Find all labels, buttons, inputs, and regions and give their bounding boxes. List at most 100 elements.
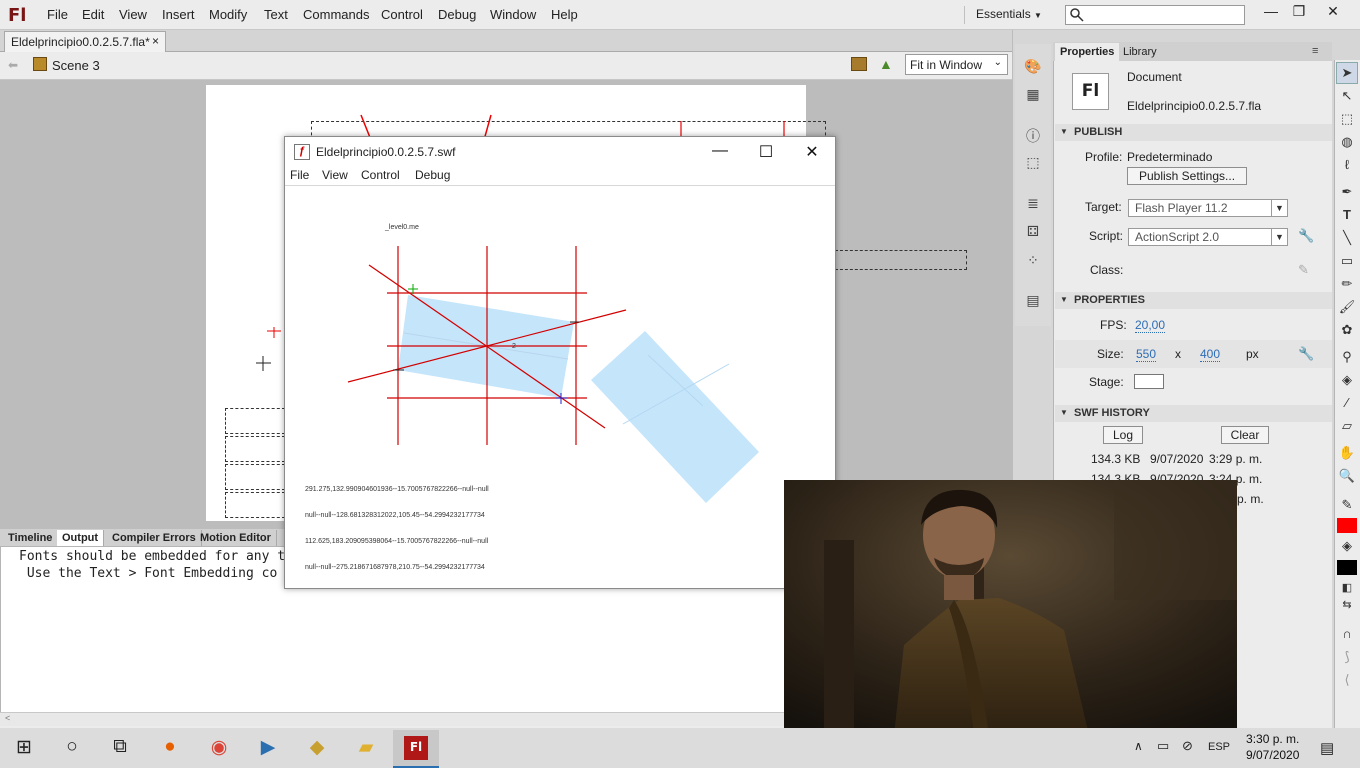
video-overlay[interactable] <box>784 480 1237 735</box>
chrome-icon[interactable]: ◉ <box>207 736 231 760</box>
wrench-icon[interactable]: 🔧 <box>1298 228 1314 244</box>
library-panel-icon[interactable]: ▤ <box>1024 292 1042 310</box>
swf-menu-view[interactable]: View <box>322 168 348 182</box>
tab-library[interactable]: Library <box>1118 43 1162 61</box>
free-transform-icon[interactable]: ⬚ <box>1338 111 1356 129</box>
width-value[interactable]: 550 <box>1136 347 1157 362</box>
menu-insert[interactable]: Insert <box>162 7 195 22</box>
stroke-color-swatch[interactable] <box>1337 518 1357 533</box>
bone-tool-icon[interactable]: ⚲ <box>1338 349 1356 367</box>
text-tool-icon[interactable]: T <box>1338 207 1356 225</box>
swf-menu-file[interactable]: File <box>290 168 309 182</box>
flash-app-icon[interactable]: Fl <box>404 736 428 760</box>
swf-history-section-header[interactable]: ▼ SWF HISTORY <box>1055 405 1332 422</box>
brush-tool-icon[interactable]: 🖌 <box>1338 299 1356 317</box>
fill-color-swatch[interactable] <box>1337 560 1357 575</box>
windows-start-icon[interactable]: ⊞ <box>12 736 36 760</box>
edit-symbols-icon[interactable]: ▲ <box>879 56 893 72</box>
motion-presets-icon[interactable]: ⁘ <box>1024 252 1042 270</box>
height-value[interactable]: 400 <box>1200 347 1221 362</box>
minimize-button[interactable]: — <box>1260 3 1282 21</box>
network-icon[interactable]: ▭ <box>1157 738 1169 754</box>
menu-edit[interactable]: Edit <box>82 7 104 22</box>
close-button[interactable]: ✕ <box>1322 3 1344 21</box>
paint-bucket-icon[interactable]: ◈ <box>1338 372 1356 390</box>
tab-compiler-errors[interactable]: Compiler Errors <box>107 530 202 546</box>
properties-section-header[interactable]: ▼ PROPERTIES <box>1055 292 1332 309</box>
menu-file[interactable]: File <box>47 7 68 22</box>
edit-scene-icon[interactable] <box>851 57 867 71</box>
straighten-icon[interactable]: ⟨ <box>1338 672 1356 690</box>
notifications-icon[interactable]: ▤ <box>1320 739 1334 757</box>
wrench-icon[interactable]: 🔧 <box>1298 346 1314 362</box>
chevron-up-icon[interactable]: ∧ <box>1134 739 1143 753</box>
swf-maximize-button[interactable]: ☐ <box>756 142 776 161</box>
fill-color-icon[interactable]: ◈ <box>1338 538 1356 556</box>
menu-text[interactable]: Text <box>264 7 288 22</box>
menu-control[interactable]: Control <box>381 7 423 22</box>
transform-icon[interactable]: ⬚ <box>1024 154 1042 172</box>
stage-color-swatch[interactable] <box>1134 374 1164 389</box>
menu-debug[interactable]: Debug <box>438 7 476 22</box>
pencil-icon[interactable]: ✎ <box>1298 262 1309 278</box>
stage-textfield-5[interactable] <box>225 464 285 490</box>
swap-colors-icon[interactable]: ⇆ <box>1338 598 1356 616</box>
color-palette-icon[interactable]: 🎨 <box>1024 58 1042 76</box>
smooth-icon[interactable]: ⟆ <box>1338 649 1356 667</box>
pencil-tool-icon[interactable]: ✏ <box>1338 276 1356 294</box>
paint-app-icon[interactable]: ◆ <box>305 736 329 760</box>
video-editor-icon[interactable]: ▶ <box>256 736 280 760</box>
tab-output[interactable]: Output <box>57 530 105 546</box>
publish-section-header[interactable]: ▼ PUBLISH <box>1055 124 1332 141</box>
rectangle-tool-icon[interactable]: ▭ <box>1338 253 1356 271</box>
swf-menu-control[interactable]: Control <box>361 168 400 182</box>
stage-textfield-4[interactable] <box>225 436 285 462</box>
restore-button[interactable]: ❐ <box>1288 3 1310 21</box>
tab-properties[interactable]: Properties <box>1055 43 1120 61</box>
panel-menu-icon[interactable]: ≡ <box>1312 45 1318 57</box>
selection-tool-icon[interactable]: ➤ <box>1338 65 1356 83</box>
components-icon[interactable]: ⚃ <box>1024 223 1042 241</box>
swatches-grid-icon[interactable]: ▦ <box>1024 86 1042 104</box>
workspace-switcher[interactable]: Essentials ▼ <box>976 7 1042 21</box>
target-select[interactable]: Flash Player 11.2 ▼ <box>1128 199 1288 217</box>
back-arrow-icon[interactable]: ⬅ <box>8 58 18 72</box>
actions-icon[interactable]: ≣ <box>1024 195 1042 213</box>
lasso-tool-icon[interactable]: ℓ <box>1338 157 1356 175</box>
clock[interactable]: 3:30 p. m. 9/07/2020 <box>1246 731 1299 763</box>
stage-textfield-3[interactable] <box>225 408 285 434</box>
menu-window[interactable]: Window <box>490 7 536 22</box>
volume-muted-icon[interactable]: ⊘ <box>1182 738 1193 754</box>
stroke-color-icon[interactable]: ✎ <box>1338 497 1356 515</box>
zoom-select[interactable]: Fit in Window ⌄ <box>905 54 1008 75</box>
menu-view[interactable]: View <box>119 7 147 22</box>
3d-rotation-icon[interactable]: ◍ <box>1338 134 1356 152</box>
menu-help[interactable]: Help <box>551 7 578 22</box>
deco-tool-icon[interactable]: ✿ <box>1338 322 1356 340</box>
stage-textfield-2[interactable] <box>830 250 967 270</box>
snap-magnet-icon[interactable]: ∩ <box>1338 626 1356 644</box>
script-select[interactable]: ActionScript 2.0 ▼ <box>1128 228 1288 246</box>
cortana-search-icon[interactable]: ○ <box>60 736 84 760</box>
firefox-icon[interactable]: ● <box>158 736 182 760</box>
menu-commands[interactable]: Commands <box>303 7 369 22</box>
scroll-left-icon[interactable]: < <box>5 713 10 723</box>
document-tab[interactable]: Eldelprincipio0.0.2.5.7.fla* × <box>4 31 166 52</box>
menu-modify[interactable]: Modify <box>209 7 247 22</box>
fps-value[interactable]: 20,00 <box>1135 318 1166 333</box>
clear-button[interactable]: Clear <box>1221 426 1269 444</box>
tab-timeline[interactable]: Timeline <box>3 530 59 546</box>
line-tool-icon[interactable]: ╲ <box>1338 230 1356 248</box>
language-indicator[interactable]: ESP <box>1208 741 1230 753</box>
info-icon[interactable]: ⓘ <box>1024 126 1042 144</box>
subselection-tool-icon[interactable]: ↖ <box>1338 88 1356 106</box>
stage-textfield-6[interactable] <box>225 492 285 518</box>
eraser-tool-icon[interactable]: ▱ <box>1338 418 1356 436</box>
eyedropper-icon[interactable]: ⁄ <box>1338 395 1356 413</box>
log-button[interactable]: Log <box>1103 426 1143 444</box>
tab-motion-editor[interactable]: Motion Editor <box>195 530 277 546</box>
task-view-icon[interactable]: ⧉ <box>108 736 132 760</box>
swf-menu-debug[interactable]: Debug <box>415 168 450 182</box>
swf-minimize-button[interactable]: — <box>710 142 730 160</box>
black-white-icon[interactable]: ◧ <box>1338 581 1356 599</box>
